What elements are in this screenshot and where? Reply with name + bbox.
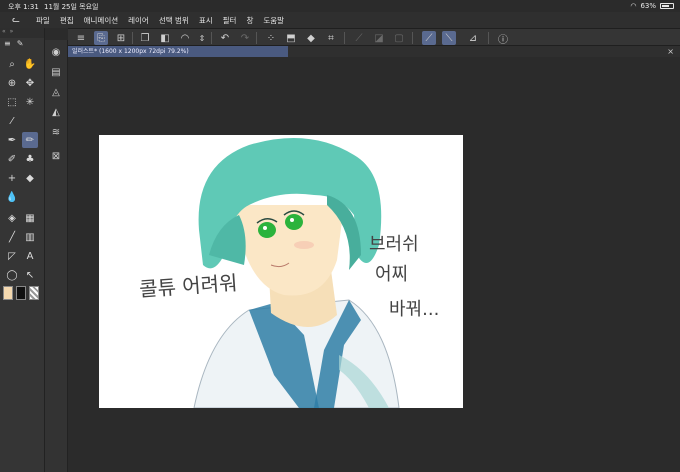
pen-tool-icon[interactable]: ✒	[4, 132, 20, 148]
workspace[interactable]: 콜튜 어려워 브러쉬 어찌 바꿔...	[68, 57, 680, 472]
ink-tool-icon[interactable]: ♣	[22, 151, 38, 167]
layer-transform-icon[interactable]: ⎘	[94, 31, 108, 45]
material-icon[interactable]: ⊠	[48, 148, 64, 164]
pencil-tool-icon[interactable]: ✏	[22, 132, 38, 148]
expand-icon[interactable]: »	[10, 28, 14, 38]
menu-selection[interactable]: 선택 범위	[159, 15, 189, 26]
sub-panel: ◉ ▤ ◬ ◭ ≋ ⊠	[45, 40, 68, 472]
layer-icon[interactable]: ≋	[48, 124, 64, 140]
document-tab-title: 일러스트* (1600 x 1200px 72dpi 79.2%)	[72, 48, 189, 55]
transparent-color-swatch[interactable]	[29, 286, 39, 300]
figure-tool-icon[interactable]: ╱	[4, 229, 20, 245]
brush-tool-icon[interactable]: ✐	[4, 151, 20, 167]
special-ruler-snap-icon[interactable]: ◪	[372, 31, 386, 45]
handwritten-right-1: 브러쉬	[369, 234, 419, 255]
layer-mask-icon[interactable]: ◧	[158, 31, 172, 45]
eyedropper-icon[interactable]: ⁄	[4, 113, 20, 129]
hamburger-menu-icon[interactable]: ≡	[74, 31, 88, 45]
blend-tool-icon[interactable]: 💧	[4, 189, 20, 205]
navigator-icon[interactable]: ◉	[48, 44, 64, 60]
command-bar: ≡ ⎘ ⊞ ❐ ◧ ◠ ⇕ ↶ ↷ ⁘ ⬒ ◆ ⌗ ⟋ ◪ ▢ ⟋ ⟍ ⊿ ⓘ	[68, 28, 680, 46]
collapse-icon[interactable]: «	[2, 28, 6, 38]
menu-file[interactable]: 파일	[36, 15, 50, 26]
brush-size-icon[interactable]: ◬	[48, 84, 64, 100]
selection-tool-icon[interactable]: ⬚	[4, 94, 20, 110]
copy-icon[interactable]: ❐	[138, 31, 152, 45]
operation-tool-icon[interactable]: ⊕	[4, 75, 20, 91]
battery-icon	[660, 3, 674, 9]
undo-icon[interactable]: ↶	[218, 31, 232, 45]
invert-selection-icon[interactable]: ⬒	[284, 31, 298, 45]
tool-palette-tabs: ≡ ✎	[0, 38, 44, 48]
selection-clear-icon[interactable]: ⁘	[264, 31, 278, 45]
color-wheel-icon[interactable]: ▤	[48, 64, 64, 80]
handwritten-right-3: 바꿔...	[389, 299, 440, 320]
help-icon[interactable]: ⓘ	[496, 31, 510, 46]
fill-tool-icon[interactable]: ◈	[4, 210, 20, 226]
correct-line-tool-icon[interactable]: ↖	[22, 267, 38, 283]
status-date: 11월 25일 목요일	[44, 3, 99, 11]
tool-palette: «» ≡ ✎ ⌕ ✋ ⊕ ✥ ⬚ ✳ ⁄ ✒ ✏ ✐ ♣ + ◆ 💧 ◈ ▦ ╱…	[0, 28, 45, 472]
balloon-tool-icon[interactable]: ◯	[4, 267, 20, 283]
menu-help[interactable]: 도움말	[263, 15, 284, 26]
move-tool-icon[interactable]: ✥	[22, 75, 38, 91]
menu-edit[interactable]: 편집	[60, 15, 74, 26]
new-layer-icon[interactable]: ⊞	[114, 31, 128, 45]
tool-palette-header: «»	[0, 28, 44, 38]
battery-percent: 63%	[640, 2, 656, 10]
status-bar: 오후 1:31 11월 25일 목요일 ◠ 63%	[0, 0, 680, 12]
menu-lines-icon[interactable]: ≡	[4, 39, 11, 48]
magic-wand-icon[interactable]: ✳	[22, 94, 38, 110]
menu-bar: ᓚ 파일 편집 애니메이션 레이어 선택 범위 표시 필터 창 도움말	[0, 12, 680, 28]
frame-tool-icon[interactable]: ▥	[22, 229, 38, 245]
decoration-tool-icon[interactable]: +	[4, 170, 20, 186]
menu-filter[interactable]: 필터	[223, 15, 237, 26]
document-tab-bar: 일러스트* (1600 x 1200px 72dpi 79.2%) ×	[68, 46, 680, 57]
crop-icon[interactable]: ⌗	[324, 31, 338, 45]
app-logo-icon[interactable]: ᓚ	[6, 15, 26, 25]
menu-window[interactable]: 창	[246, 15, 253, 26]
drawing-canvas[interactable]: 콜튜 어려워 브러쉬 어찌 바꿔...	[99, 135, 463, 408]
pen-pressure-icon[interactable]: ⟍	[442, 31, 456, 45]
wifi-icon: ◠	[630, 2, 637, 10]
zoom-tool-icon[interactable]: ⌕	[4, 56, 20, 72]
menu-view[interactable]: 표시	[199, 15, 213, 26]
text-tool-icon[interactable]: A	[22, 248, 38, 264]
menu-layer[interactable]: 레이어	[128, 15, 149, 26]
close-icon[interactable]: ×	[667, 47, 674, 56]
stabilization-icon[interactable]: ⟋	[422, 31, 436, 45]
handwritten-right-2: 어찌	[375, 264, 409, 285]
hand-tool-icon[interactable]: ✋	[22, 56, 38, 72]
ruler-snap-icon[interactable]: ⟋	[352, 31, 366, 45]
tool-property-icon[interactable]: ◭	[48, 104, 64, 120]
menu-animation[interactable]: 애니메이션	[84, 15, 119, 26]
tone-icon[interactable]: ◠	[178, 31, 192, 45]
eraser-tool-icon[interactable]: ◆	[22, 170, 38, 186]
gradient-tool-icon[interactable]: ▦	[22, 210, 38, 226]
grid-snap-icon[interactable]: ▢	[392, 31, 406, 45]
status-right: ◠ 63%	[630, 2, 674, 10]
ruler-tool-icon[interactable]: ◸	[4, 248, 20, 264]
main-color-swatch[interactable]	[3, 286, 13, 300]
sub-color-swatch[interactable]	[16, 286, 26, 300]
brush-settings-icon[interactable]: ⊿	[466, 31, 480, 45]
fill-selection-icon[interactable]: ◆	[304, 31, 318, 45]
brush-tab-icon[interactable]: ✎	[17, 39, 24, 48]
status-time: 오후 1:31	[8, 3, 39, 11]
document-tab[interactable]: 일러스트* (1600 x 1200px 72dpi 79.2%)	[68, 46, 288, 57]
stepper-icon[interactable]: ⇕	[198, 31, 206, 45]
redo-icon[interactable]: ↷	[238, 31, 252, 45]
